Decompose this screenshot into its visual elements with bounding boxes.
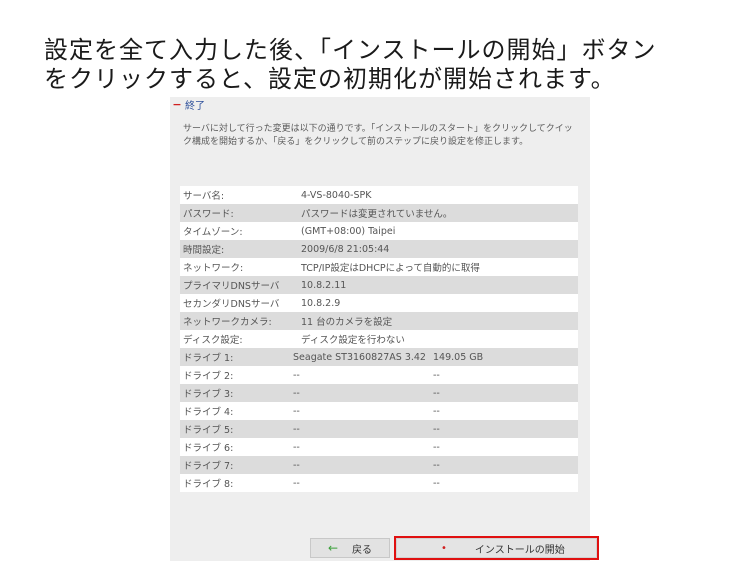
summary-value: 10.8.2.9 xyxy=(301,297,341,309)
drive-model: -- xyxy=(293,369,300,381)
summary-label: セカンダリDNSサーバ xyxy=(183,299,280,310)
drive-row-6: ドライブ 6: -- -- xyxy=(180,438,578,456)
caption-line-2: をクリックすると、設定の初期化が開始されます。 xyxy=(44,65,616,93)
drive-row-8: ドライブ 8: -- -- xyxy=(180,474,578,492)
drive-size: -- xyxy=(433,423,440,435)
back-arrow-icon: ← xyxy=(327,541,339,555)
summary-row-network-camera: ネットワークカメラ: 11 台のカメラを設定 xyxy=(180,312,578,330)
summary-label: ネットワーク: xyxy=(183,263,244,274)
drive-model: -- xyxy=(293,387,300,399)
summary-label: 時間設定: xyxy=(183,245,225,256)
summary-row-secondary-dns: セカンダリDNSサーバ 10.8.2.9 xyxy=(180,294,578,312)
summary-label: ネットワークカメラ: xyxy=(183,317,272,328)
summary-row-network: ネットワーク: TCP/IP設定はDHCPによって自動的に取得 xyxy=(180,258,578,276)
section-title: 終了 xyxy=(185,100,205,112)
drive-row-4: ドライブ 4: -- -- xyxy=(180,402,578,420)
summary-table: サーバ名: 4-VS-8040-SPK パスワード: パスワードは変更されていま… xyxy=(180,186,578,492)
collapse-icon[interactable]: − xyxy=(170,98,184,111)
drive-model: -- xyxy=(293,459,300,471)
drive-row-7: ドライブ 7: -- -- xyxy=(180,456,578,474)
drive-label: ドライブ 8: xyxy=(183,479,234,490)
drive-label: ドライブ 2: xyxy=(183,371,234,382)
summary-row-password: パスワード: パスワードは変更されていません。 xyxy=(180,204,578,222)
summary-label: パスワード: xyxy=(183,209,234,220)
install-summary-panel: − 終了 サーバに対して行った変更は以下の通りです。「インストールのスタート」を… xyxy=(170,97,599,561)
summary-value: (GMT+08:00) Taipei xyxy=(301,225,396,237)
drive-size: -- xyxy=(433,441,440,453)
section-description: サーバに対して行った変更は以下の通りです。「インストールのスタート」をクリックし… xyxy=(183,124,573,147)
drive-model: -- xyxy=(293,441,300,453)
section-header[interactable]: − 終了 xyxy=(170,97,205,112)
caption: 設定を全て入力した後、「インストールの開始」ボタン をクリックすると、設定の初期… xyxy=(44,36,734,94)
drive-size: 149.05 GB xyxy=(433,351,484,363)
summary-value: ディスク設定を行わない xyxy=(301,335,405,346)
summary-value: 10.8.2.11 xyxy=(301,279,347,291)
drive-label: ドライブ 4: xyxy=(183,407,234,418)
back-button[interactable]: ← 戻る xyxy=(310,538,390,558)
summary-row-timezone: タイムゾーン: (GMT+08:00) Taipei xyxy=(180,222,578,240)
start-install-button[interactable]: • インストールの開始 xyxy=(394,536,599,560)
install-bullet-icon: • xyxy=(441,542,447,554)
drive-size: -- xyxy=(433,459,440,471)
drive-row-2: ドライブ 2: -- -- xyxy=(180,366,578,384)
drive-row-1: ドライブ 1: Seagate ST3160827AS 3.42 149.05 … xyxy=(180,348,578,366)
start-install-button-face[interactable]: • インストールの開始 xyxy=(396,538,597,558)
summary-label: サーバ名: xyxy=(183,191,225,202)
summary-value: 11 台のカメラを設定 xyxy=(301,317,393,328)
drive-model: -- xyxy=(293,423,300,435)
summary-row-primary-dns: プライマリDNSサーバ 10.8.2.11 xyxy=(180,276,578,294)
drive-size: -- xyxy=(433,477,440,489)
summary-value: 2009/6/8 21:05:44 xyxy=(301,243,390,255)
drive-row-3: ドライブ 3: -- -- xyxy=(180,384,578,402)
drive-label: ドライブ 6: xyxy=(183,443,234,454)
summary-label: プライマリDNSサーバ xyxy=(183,281,280,292)
back-button-label: 戻る xyxy=(352,544,373,556)
drive-row-5: ドライブ 5: -- -- xyxy=(180,420,578,438)
summary-label: タイムゾーン: xyxy=(183,227,243,238)
summary-value: パスワードは変更されていません。 xyxy=(301,209,453,220)
drive-size: -- xyxy=(433,405,440,417)
drive-size: -- xyxy=(433,387,440,399)
start-install-button-label: インストールの開始 xyxy=(474,544,565,556)
summary-row-time: 時間設定: 2009/6/8 21:05:44 xyxy=(180,240,578,258)
summary-row-server-name: サーバ名: 4-VS-8040-SPK xyxy=(180,186,578,204)
drive-model: Seagate ST3160827AS 3.42 xyxy=(293,351,426,363)
summary-value: TCP/IP設定はDHCPによって自動的に取得 xyxy=(301,263,480,274)
summary-label: ディスク設定: xyxy=(183,335,243,346)
summary-row-disk-settings: ディスク設定: ディスク設定を行わない xyxy=(180,330,578,348)
drive-label: ドライブ 1: xyxy=(183,353,234,364)
drive-label: ドライブ 7: xyxy=(183,461,234,472)
drive-model: -- xyxy=(293,477,300,489)
drive-size: -- xyxy=(433,369,440,381)
drive-label: ドライブ 3: xyxy=(183,389,234,400)
summary-value: 4-VS-8040-SPK xyxy=(301,189,372,201)
drive-label: ドライブ 5: xyxy=(183,425,234,436)
caption-line-1: 設定を全て入力した後、「インストールの開始」ボタン xyxy=(44,36,657,64)
drive-model: -- xyxy=(293,405,300,417)
